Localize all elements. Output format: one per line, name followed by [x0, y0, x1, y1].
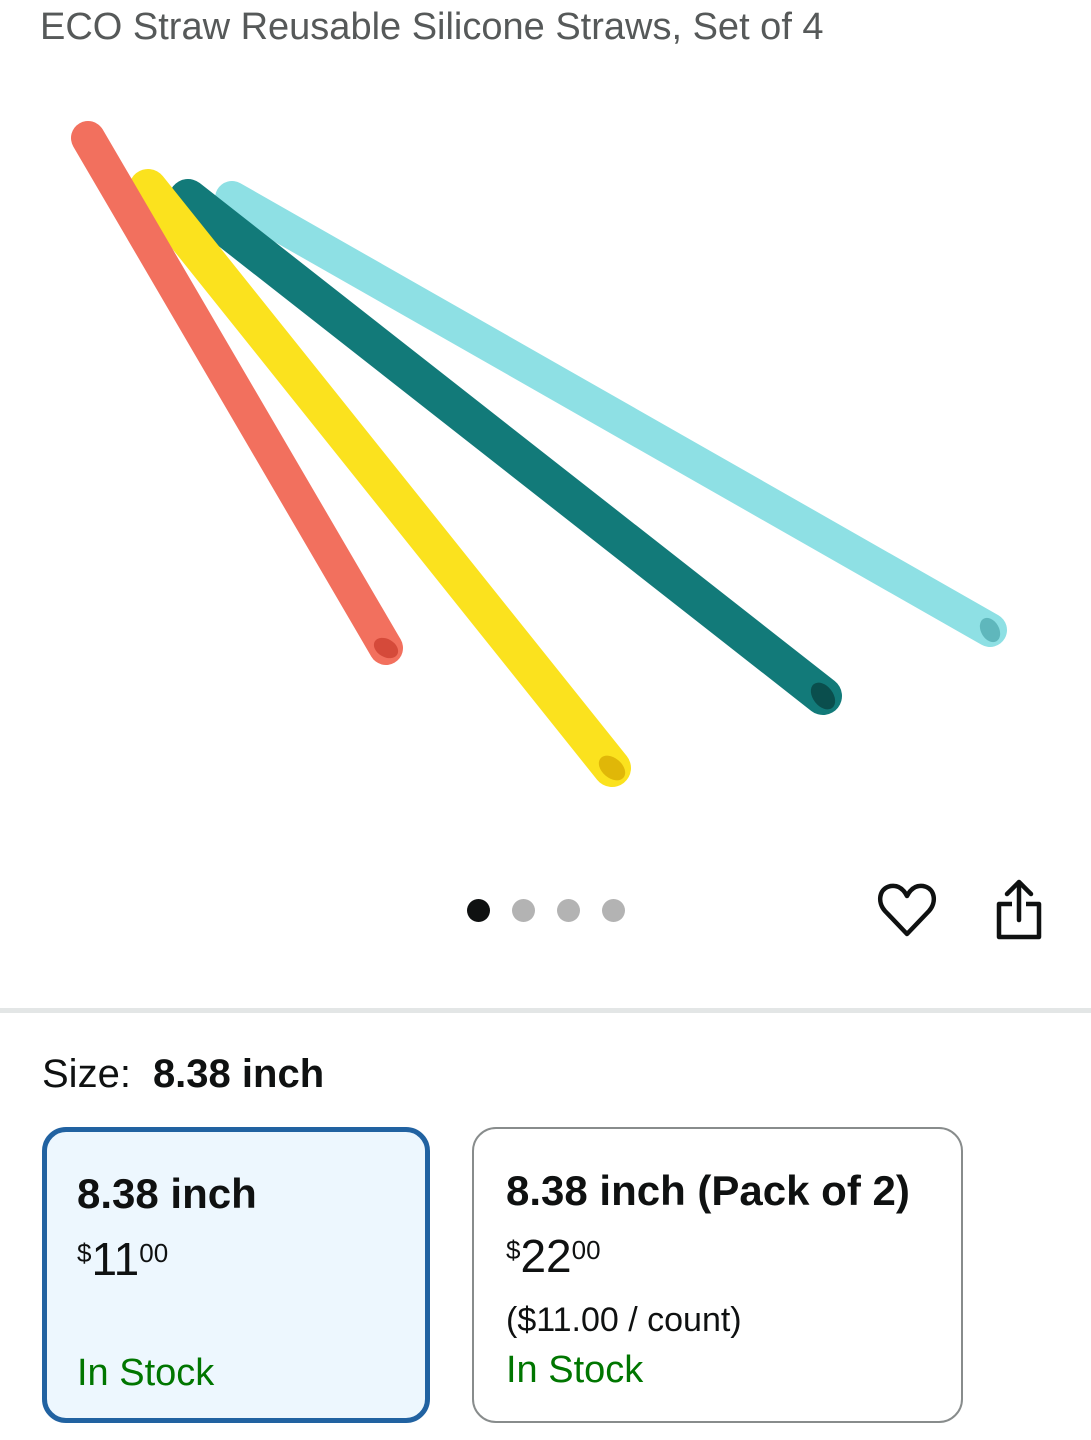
straws-photo — [71, 121, 1007, 787]
share-icon — [996, 879, 1042, 940]
price-fraction: 00 — [139, 1238, 169, 1268]
product-image[interactable] — [28, 64, 1062, 854]
wishlist-button[interactable] — [876, 880, 938, 942]
size-label: Size: — [42, 1052, 131, 1096]
carousel-dot-1[interactable] — [467, 899, 490, 922]
price-whole: 11 — [91, 1233, 140, 1285]
price-symbol: $ — [506, 1235, 521, 1265]
stock-status: In Stock — [77, 1352, 215, 1394]
option-name: 8.38 inch (Pack of 2) — [506, 1167, 910, 1214]
size-selected-value: 8.38 inch — [152, 1052, 325, 1096]
carousel-dot-4[interactable] — [602, 899, 625, 922]
stock-status: In Stock — [506, 1349, 644, 1391]
option-price: $1100 — [77, 1236, 168, 1282]
size-option-8-38-inch[interactable]: 8.38 inch $1100 In Stock — [42, 1127, 430, 1423]
price-whole: 22 — [520, 1230, 572, 1282]
product-title: ECO Straw Reusable Silicone Straws, Set … — [40, 6, 824, 48]
carousel-dot-2[interactable] — [512, 899, 535, 922]
heart-icon — [877, 883, 937, 937]
option-price: $2200 — [506, 1233, 601, 1279]
size-selector-label: Size: 8.38 inch — [42, 1052, 324, 1097]
carousel-dots[interactable] — [467, 899, 625, 922]
option-name: 8.38 inch — [77, 1170, 257, 1217]
price-fraction: 00 — [571, 1235, 601, 1265]
section-divider — [0, 1008, 1091, 1013]
size-option-8-38-inch-pack-of-2[interactable]: 8.38 inch (Pack of 2) $2200 ($11.00 / co… — [472, 1127, 963, 1423]
price-symbol: $ — [77, 1238, 92, 1268]
unit-price: ($11.00 / count) — [506, 1301, 742, 1339]
carousel-dot-3[interactable] — [557, 899, 580, 922]
share-button[interactable] — [990, 877, 1048, 943]
